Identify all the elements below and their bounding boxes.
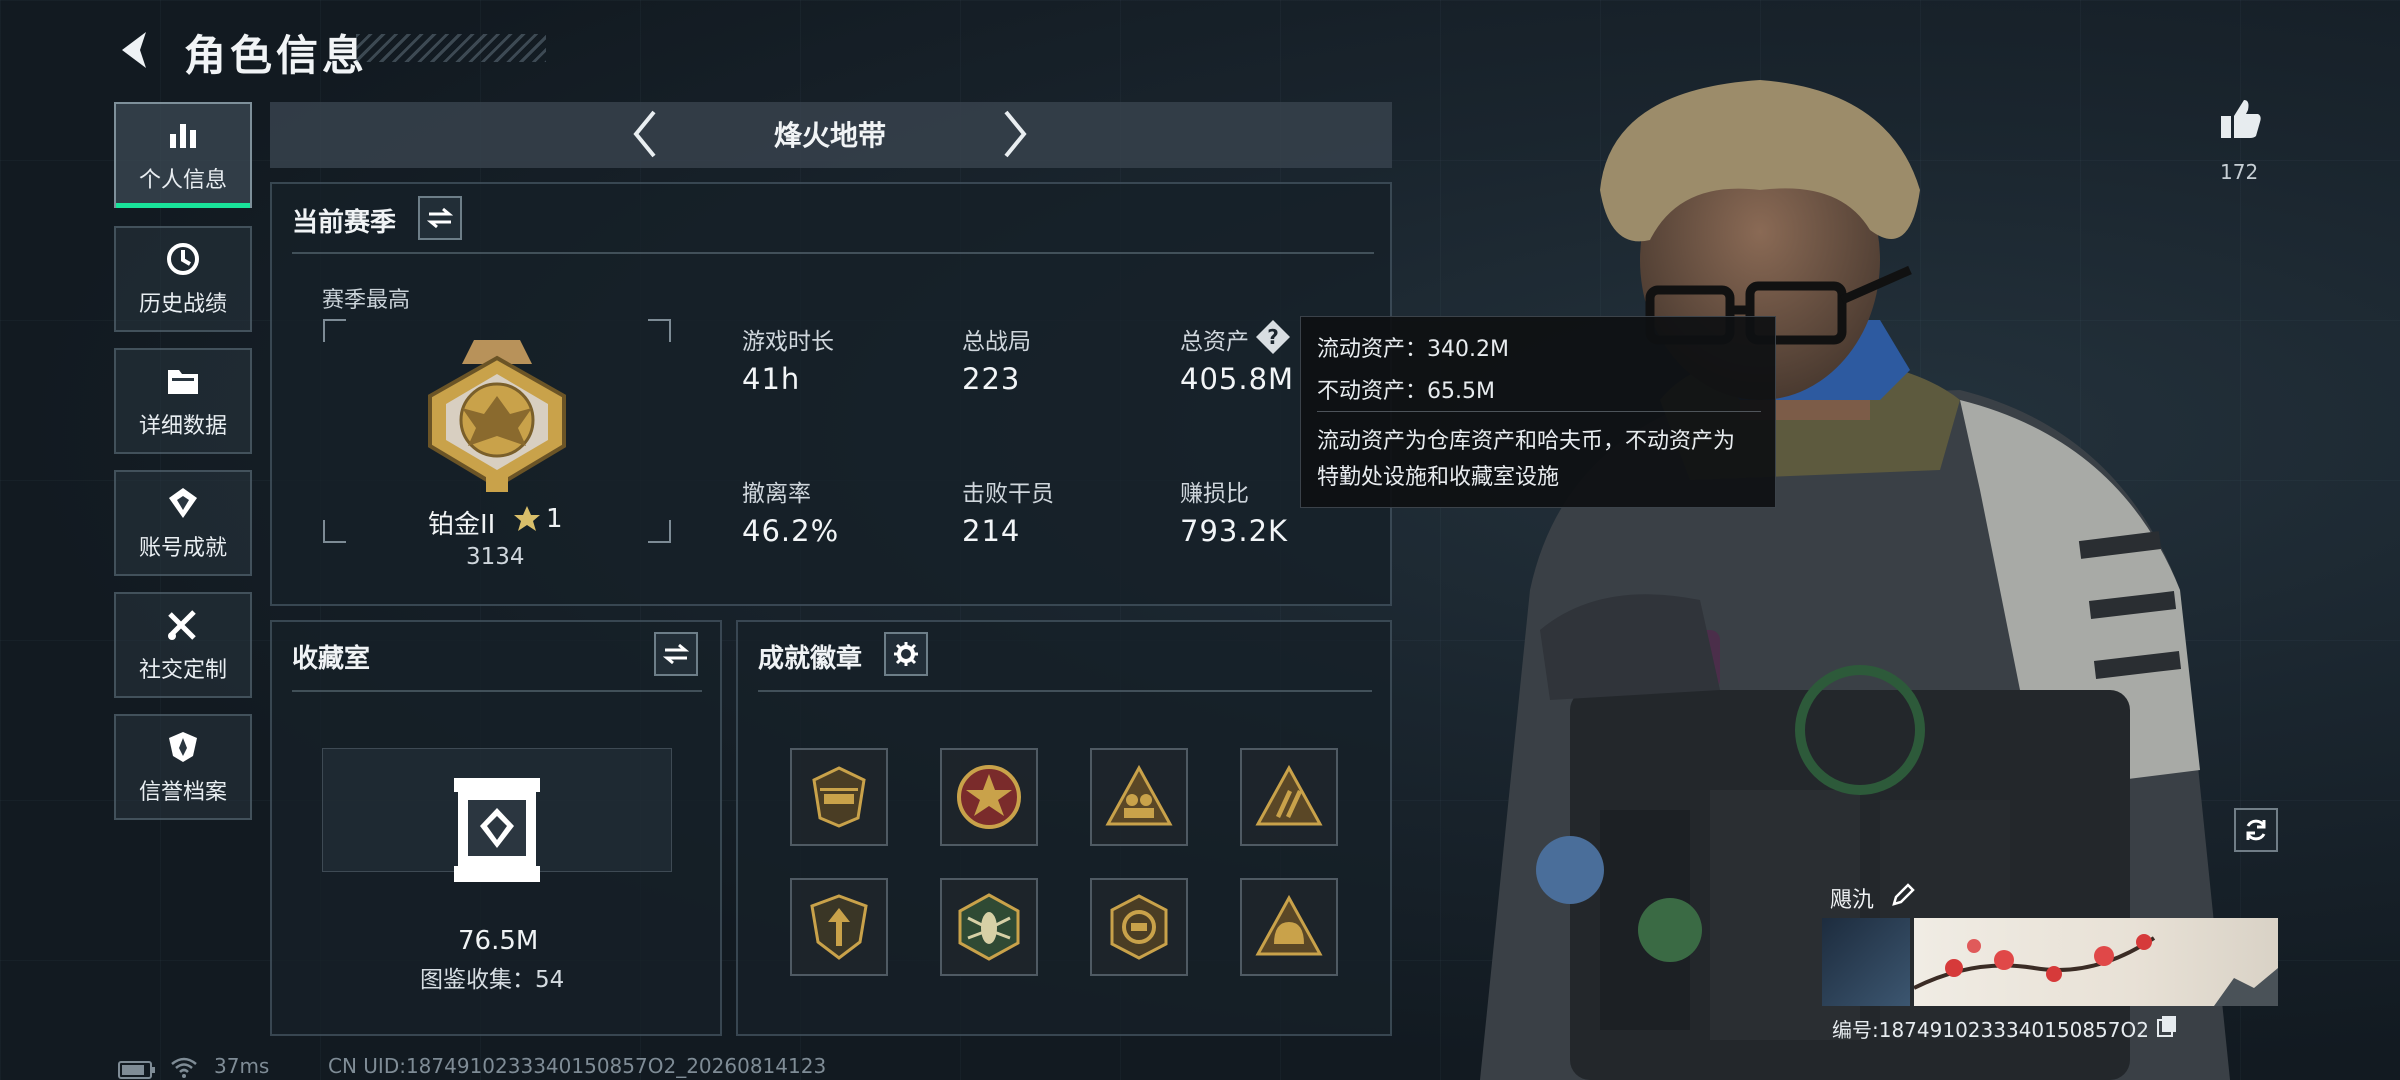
insect-badge-icon [958, 893, 1020, 961]
star-emblem-badge-icon [957, 765, 1021, 829]
collection-title: 收藏室 [292, 644, 371, 674]
team-badge-icon [1105, 764, 1173, 826]
nav-credit-record[interactable]: 信誉档案 [114, 714, 252, 820]
plum-blossom-art [1913, 934, 2278, 1006]
stat-label: 总战局 [962, 329, 1031, 355]
folder-icon [168, 370, 198, 394]
season-title: 当前赛季 [292, 208, 397, 238]
vault-icon[interactable] [450, 774, 544, 886]
nav-label: 信誉档案 [138, 780, 227, 805]
nav-label: 社交定制 [138, 658, 227, 683]
stat-label: 击败干员 [962, 481, 1054, 507]
page-title: 角色信息 [184, 31, 369, 80]
avatar[interactable] [1822, 918, 1910, 1006]
battery-icon [118, 1061, 155, 1079]
nav-history[interactable]: 历史战绩 [114, 226, 252, 332]
profile-banner [1913, 918, 2278, 1006]
nav-account-achievements[interactable]: 账号成就 [114, 470, 252, 576]
swap-icon [663, 643, 689, 665]
stat-label: 总资产 [1180, 329, 1249, 355]
star-icon [514, 506, 540, 531]
divider [758, 690, 1372, 692]
ammo-badge-icon [1255, 764, 1323, 826]
stat-value: 41h [742, 362, 801, 396]
stat-value: 793.2K [1180, 514, 1289, 548]
uid-text: CN UID:1874910233340150857O2_20260814123 [328, 1054, 827, 1078]
tooltip-description: 流动资产为仓库资产和哈夫币，不动资产为 [1317, 429, 1736, 454]
back-arrow-icon[interactable] [112, 26, 160, 74]
season-best-label: 赛季最高 [322, 288, 411, 313]
bar-chart-icon [170, 124, 196, 148]
stat-value: 214 [962, 514, 1021, 548]
player-name: 飓氿 [1830, 888, 1875, 913]
achievement-badge[interactable] [940, 748, 1038, 846]
helicopter-badge-icon [812, 766, 866, 828]
achievement-badge[interactable] [790, 748, 888, 846]
nav-label: 历史战绩 [138, 292, 227, 317]
stat-label: 赚损比 [1180, 481, 1249, 507]
stat-label: 游戏时长 [742, 329, 834, 355]
nav-personal-info[interactable]: 个人信息 [114, 102, 252, 208]
thumbs-up-icon[interactable] [2218, 96, 2264, 142]
nav-social-custom[interactable]: 社交定制 [114, 592, 252, 698]
achievement-badge[interactable] [1240, 748, 1338, 846]
achievement-badge[interactable] [1090, 748, 1188, 846]
nav-label: 详细数据 [138, 414, 227, 439]
gear-icon [894, 642, 918, 666]
stat-value: 46.2% [742, 514, 840, 548]
divider [1317, 411, 1761, 412]
helmet-badge-icon [1255, 894, 1323, 956]
medal-badge-icon [1110, 894, 1168, 960]
divider [292, 252, 1374, 254]
copy-icon[interactable] [2156, 1014, 2178, 1038]
achievements-title: 成就徽章 [758, 644, 863, 674]
achievement-badge[interactable] [790, 878, 888, 976]
season-switch-button[interactable] [418, 196, 462, 240]
tools-icon [168, 610, 196, 640]
achievement-badge[interactable] [1240, 878, 1338, 976]
wifi-icon [171, 1057, 197, 1078]
refresh-icon [2246, 819, 2266, 841]
likes-count: 172 [2220, 160, 2259, 184]
nav-label: 个人信息 [138, 168, 227, 193]
stat-value: 223 [962, 362, 1021, 396]
rotate-character-button[interactable] [2234, 808, 2278, 852]
rank-stars: 1 [546, 504, 563, 534]
nav-label: 账号成就 [138, 536, 227, 561]
mode-title: 烽火地带 [773, 119, 886, 152]
stat-value: 405.8M [1180, 362, 1295, 396]
player-id: 编号:1874910233340150857O2 [1832, 1018, 2149, 1042]
ping-value: 37ms [214, 1054, 270, 1078]
tooltip-fixed-assets: 不动资产：65.5M [1317, 379, 1495, 404]
assets-tooltip: 流动资产：340.2M 不动资产：65.5M 流动资产为仓库资产和哈夫币，不动资… [1300, 316, 1776, 508]
shield-badge-icon [810, 894, 868, 960]
shield-icon [169, 732, 197, 762]
svg-text:?: ? [1267, 325, 1279, 349]
prev-mode-arrow-icon[interactable] [628, 108, 662, 160]
rank-name: 铂金II [428, 510, 496, 540]
achievement-icon [169, 488, 197, 518]
achievement-badge[interactable] [940, 878, 1038, 976]
title-decoration [356, 34, 546, 62]
achievement-badge[interactable] [1090, 878, 1188, 976]
rank-medal-icon [428, 340, 566, 492]
collection-catalog: 图鉴收集：54 [420, 967, 565, 993]
collection-switch-button[interactable] [654, 632, 698, 676]
collection-value: 76.5M [458, 926, 539, 956]
next-mode-arrow-icon[interactable] [998, 108, 1032, 160]
nav-detailed-data[interactable]: 详细数据 [114, 348, 252, 454]
edit-icon[interactable] [1890, 882, 1916, 908]
rank-score: 3134 [466, 544, 525, 570]
tooltip-liquid-assets: 流动资产：340.2M [1317, 337, 1509, 362]
swap-icon [427, 207, 453, 229]
achievements-settings-button[interactable] [884, 632, 928, 676]
stat-label: 撤离率 [742, 481, 811, 507]
tooltip-description: 特勤处设施和收藏室设施 [1317, 465, 1560, 490]
divider [292, 690, 702, 692]
help-icon[interactable]: ? [1254, 318, 1292, 356]
clock-icon [167, 243, 199, 275]
